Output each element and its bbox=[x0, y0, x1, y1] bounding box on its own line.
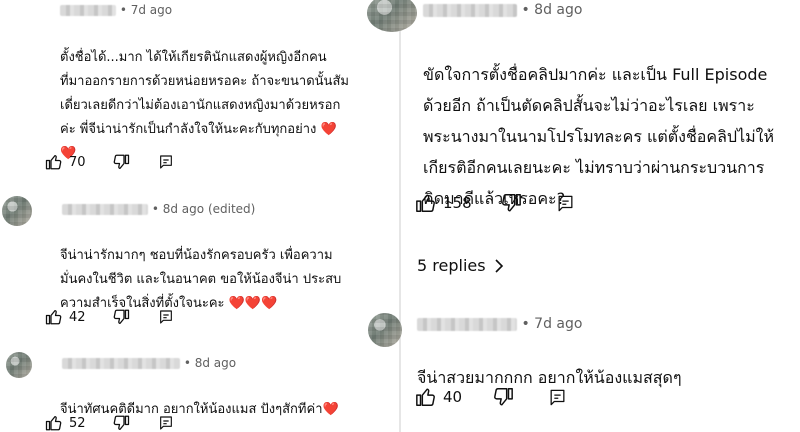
thumbs-up-icon[interactable] bbox=[45, 153, 63, 171]
comment-meta: • 8d ago bbox=[62, 356, 236, 370]
like-count: 158 bbox=[443, 194, 472, 212]
comment-actions: 42 bbox=[45, 308, 174, 326]
comment-line: จีน่าสวยมากกกก อยากให้น้องแมสสุดๆ bbox=[417, 368, 682, 387]
thumbs-up-icon[interactable] bbox=[415, 192, 437, 214]
comment-timestamp: 8d ago bbox=[194, 356, 237, 370]
view-replies-button[interactable]: 5 replies bbox=[417, 256, 504, 275]
thumbs-down-icon[interactable] bbox=[112, 308, 130, 326]
meta-separator: • bbox=[151, 202, 163, 216]
avatar[interactable] bbox=[368, 313, 402, 347]
reply-comment-icon[interactable] bbox=[158, 154, 174, 170]
comment-text: ขัดใจการตั้งชื่อคลิปมากค่ะ และเป็น Full … bbox=[423, 28, 774, 214]
edited-label: (edited) bbox=[207, 202, 256, 216]
comment-meta: • 7d ago bbox=[417, 316, 582, 332]
thumbs-down-icon[interactable] bbox=[492, 386, 514, 408]
comment-item: • 8d ago จีน่าทัศนคติดีมาก อยากให้น้องแม… bbox=[0, 348, 398, 432]
comment-text: จีน่าน่ารักมากๆ ชอบที่น้องรักครอบครัว เพ… bbox=[60, 220, 341, 316]
comment-timestamp: 8d ago bbox=[162, 202, 205, 216]
thumbs-up-icon[interactable] bbox=[415, 386, 437, 408]
avatar[interactable] bbox=[367, 0, 417, 32]
comment-meta: • 8d ago (edited) bbox=[62, 202, 255, 216]
author-name-blurred[interactable] bbox=[62, 358, 180, 369]
comment-actions: 158 bbox=[415, 192, 575, 214]
author-name-blurred[interactable] bbox=[423, 3, 517, 17]
thumbs-up-icon[interactable] bbox=[45, 414, 63, 432]
comment-line: จีน่าน่ารักมากๆ ชอบที่น้องรักครอบครัว เพ… bbox=[60, 248, 333, 263]
comment-line: ด้วยอีก ถ้าเป็นตัดคลิปสั้นจะไม่ว่าอะไรเล… bbox=[423, 96, 755, 115]
comment-timestamp: 7d ago bbox=[534, 316, 583, 332]
comment-meta: • 8d ago bbox=[423, 2, 582, 18]
comment-item: • 7d ago จีน่าสวยมากกกก อยากให้น้องแมสสุ… bbox=[368, 310, 800, 432]
comment-timestamp: 8d ago bbox=[534, 2, 583, 18]
reply-comment-icon[interactable] bbox=[548, 388, 567, 407]
comment-actions: 52 bbox=[45, 414, 174, 432]
comment-meta: • 7d ago bbox=[60, 3, 172, 17]
author-name-blurred[interactable] bbox=[417, 317, 517, 331]
replies-label: 5 replies bbox=[417, 256, 486, 275]
meta-separator: • bbox=[521, 316, 535, 332]
comment-text: ตั้งชื่อได้...มาก ได้ให้เกียรตินักแสดงผู… bbox=[60, 22, 349, 166]
comment-text: จีน่าสวยมากกกก อยากให้น้องแมสสุดๆ bbox=[417, 342, 682, 390]
thumbs-up-icon[interactable] bbox=[45, 308, 63, 326]
meta-separator: • bbox=[521, 2, 535, 18]
thumbs-down-icon[interactable] bbox=[500, 192, 522, 214]
comment-line: เดี่ยวเลยดีกว่าไม่ต้องเอานักแสดงหญิงมาด้… bbox=[60, 98, 341, 113]
comment-actions: 40 bbox=[415, 386, 567, 408]
avatar[interactable] bbox=[6, 352, 32, 378]
comment-line: พระนางมาในนามโปรโมทละคร แต่ตั้งชื่อคลิปไ… bbox=[423, 127, 775, 146]
like-count: 70 bbox=[69, 154, 86, 170]
comment-line: ที่มาออกรายการด้วยหน่อยหรอคะ ถ้าจะขนาดนั… bbox=[60, 74, 349, 89]
comment-line: ขัดใจการตั้งชื่อคลิปมากค่ะ และเป็น Full … bbox=[423, 65, 768, 84]
comment-item: • 7d ago ตั้งชื่อได้...มาก ได้ให้เกียรติ… bbox=[0, 0, 398, 180]
comment-line: เกียรติอีกคนเลยนะคะ ไม่ทราบว่าผ่านกระบวน… bbox=[423, 158, 765, 177]
like-count: 40 bbox=[443, 388, 463, 406]
meta-separator: • bbox=[119, 3, 131, 17]
reply-comment-icon[interactable] bbox=[158, 309, 174, 325]
comment-actions: 70 bbox=[45, 153, 174, 171]
like-count: 52 bbox=[69, 415, 86, 431]
like-count: 42 bbox=[69, 309, 86, 325]
comment-item: • 8d ago (edited) จีน่าน่ารักมากๆ ชอบที่… bbox=[0, 196, 398, 336]
comment-item: • 8d ago ขัดใจการตั้งชื่อคลิปมากค่ะ และเ… bbox=[367, 0, 800, 300]
author-name-blurred[interactable] bbox=[60, 5, 116, 16]
chevron-right-icon bbox=[494, 258, 504, 273]
comment-line: มั่นคงในชีวิต และในอนาคต ขอให้น้องจีน่า … bbox=[60, 272, 342, 287]
thumbs-down-icon[interactable] bbox=[112, 153, 130, 171]
author-name-blurred[interactable] bbox=[62, 204, 148, 215]
comment-timestamp: 7d ago bbox=[130, 3, 173, 17]
avatar[interactable] bbox=[2, 196, 32, 226]
thumbs-down-icon[interactable] bbox=[112, 414, 130, 432]
comment-line: ค่ะ พี่จีน่าน่ารักเป็นกำลังใจให้นะคะกับท… bbox=[60, 122, 337, 137]
comment-line: ตั้งชื่อได้...มาก ได้ให้เกียรตินักแสดงผู… bbox=[60, 50, 327, 65]
meta-separator: • bbox=[183, 356, 195, 370]
reply-comment-icon[interactable] bbox=[556, 194, 575, 213]
reply-comment-icon[interactable] bbox=[158, 415, 174, 431]
